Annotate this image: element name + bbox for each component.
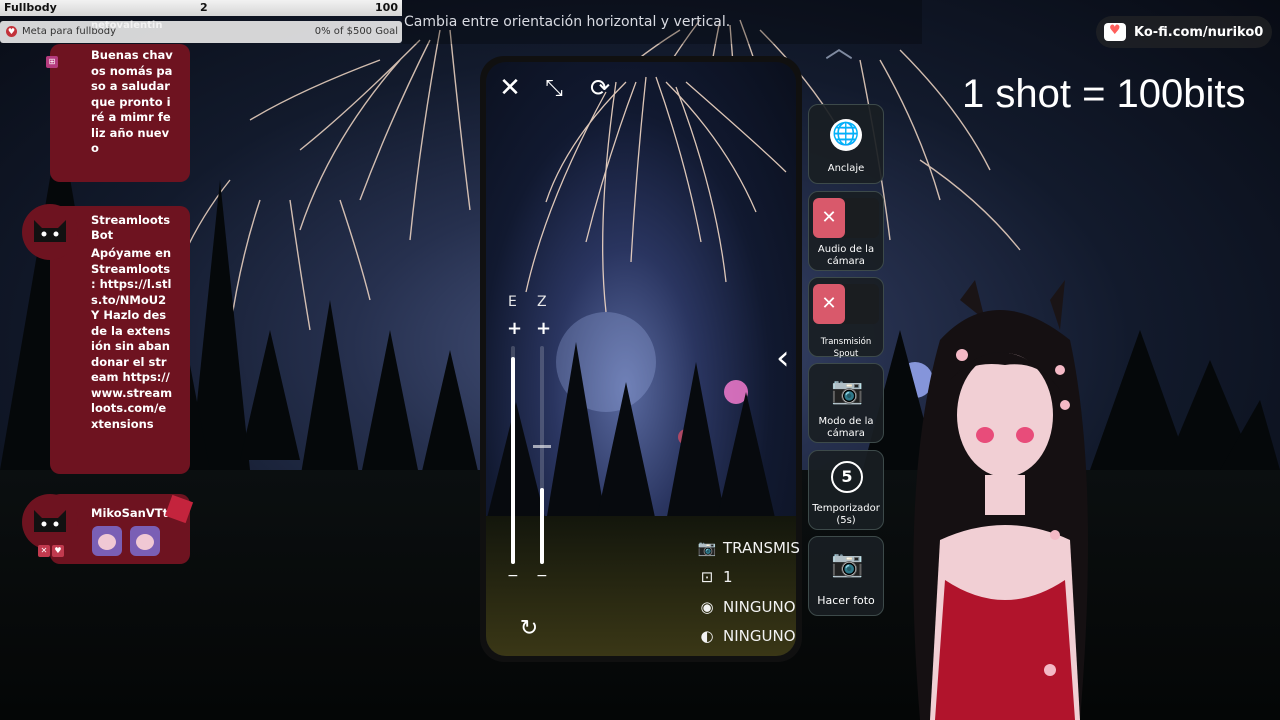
avatar xyxy=(22,494,78,550)
goal-meta-status: 0% of $500 Goal xyxy=(314,26,398,37)
close-icon[interactable]: ✕ xyxy=(494,72,526,104)
camera-mode-label: Modo de la cámara xyxy=(818,416,874,439)
info-filter-text: NINGUNO xyxy=(723,627,796,645)
close-icon: ✕ xyxy=(813,198,845,238)
chat-username: MikoSanVTt xyxy=(91,506,169,520)
goal-name: Fullbody xyxy=(4,1,57,14)
kofi-badge: Ko-fi.com/nuriko0 xyxy=(1096,16,1272,48)
chevron-left-icon[interactable]: ‹ xyxy=(776,338,790,378)
info-aperture: ◉ NINGUNO xyxy=(697,597,796,617)
heart-badge-icon: ♥ xyxy=(52,545,64,557)
goal-current: 2 xyxy=(200,1,208,14)
zoom-slider[interactable] xyxy=(533,346,551,564)
camera-audio-toggle[interactable]: ✕ Audio de la cámara xyxy=(808,191,884,271)
camera-audio-label: Audio de la cámara xyxy=(817,244,875,267)
spout-toggle[interactable]: ✕ Transmisión Spout xyxy=(808,277,884,359)
filter-icon: ◐ xyxy=(700,627,714,645)
switch-camera-icon[interactable]: ⟳ xyxy=(584,72,616,104)
exposure-label: E xyxy=(508,294,517,310)
avatar xyxy=(22,204,78,260)
info-filter: ◐ NINGUNO xyxy=(697,626,796,646)
fullbody-goal-bar: Fullbody 2 100 xyxy=(0,0,402,16)
camera-icon: 📷 xyxy=(831,376,864,406)
aperture-icon: ◉ xyxy=(700,598,714,616)
camera-mode-button[interactable]: 📷 Modo de la cámara xyxy=(808,363,884,443)
cat-avatar-icon xyxy=(34,510,66,532)
kofi-link-text: Ko-fi.com/nuriko0 xyxy=(1134,24,1264,40)
camera-icon: 📷 xyxy=(831,549,864,579)
zoom-minus-button[interactable]: − xyxy=(536,568,548,584)
rotate-orientation-icon[interactable]: ⤡ xyxy=(538,72,570,104)
chevron-up-icon[interactable]: ︿ xyxy=(825,26,853,66)
info-transmission: 📷 TRANSMIS xyxy=(697,538,800,558)
globe-icon: 🌐 xyxy=(830,119,862,151)
vtuber-avatar xyxy=(913,280,1088,720)
timer-label: Temporizador (5s) xyxy=(812,503,880,526)
take-photo-button[interactable]: 📷 Hacer foto xyxy=(808,536,884,616)
chat-partial-name: netovalentin xyxy=(91,20,163,30)
chat-username: StreamlootsBot xyxy=(91,213,171,242)
info-aperture-text: NINGUNO xyxy=(723,598,796,616)
exposure-slider-fill xyxy=(511,356,515,564)
zoom-plus-button[interactable]: + xyxy=(536,318,551,339)
close-icon: ✕ xyxy=(813,284,845,324)
chat-message-text: Buenas chavos nomás paso a saludar que p… xyxy=(91,48,173,155)
spout-label: Transmisión Spout xyxy=(820,337,872,359)
exposure-minus-button[interactable]: − xyxy=(507,568,519,584)
info-transmission-text: TRANSMIS xyxy=(723,539,800,557)
phone-camera: ✕ ⤡ ⟳ E Z + + − − ↻ 📷 TRANSMIS ⊡ 1 ◉ NIN… xyxy=(480,56,802,662)
anchor-button[interactable]: 🌐 Anclaje xyxy=(808,104,884,184)
zoom-slider-fill xyxy=(540,487,544,564)
count-icon: ⊡ xyxy=(700,568,714,586)
overlay-text: 1 shot = 100bits xyxy=(962,72,1246,116)
chat-message-text: Apóyame en Streamloots : https://l.stls.… xyxy=(91,246,173,431)
exposure-plus-button[interactable]: + xyxy=(507,318,522,339)
zoom-label: Z xyxy=(537,294,547,310)
camera-viewfinder xyxy=(486,62,796,656)
badge-icon: ✕ xyxy=(38,545,50,557)
exposure-slider[interactable] xyxy=(511,346,515,564)
orientation-notice: Cambia entre orientación horizontal y ve… xyxy=(404,14,731,30)
kofi-cup-icon xyxy=(1104,23,1126,41)
heart-icon: ♥ xyxy=(6,26,17,37)
subscriber-badge-icon: ⊞ xyxy=(46,56,58,68)
anchor-label: Anclaje xyxy=(827,163,865,174)
zoom-slider-handle[interactable] xyxy=(533,445,551,449)
cat-avatar-icon xyxy=(34,220,66,242)
info-count: ⊡ 1 xyxy=(697,567,733,587)
sleepy-emote-icon xyxy=(92,526,122,556)
timer-icon: 5 xyxy=(831,461,863,493)
goal-meta-bar: ♥ Meta para fullbody 0% of $500 Goal xyxy=(0,21,402,43)
sleepy-emote-icon xyxy=(130,526,160,556)
timer-button[interactable]: 5 Temporizador (5s) xyxy=(808,450,884,530)
reset-icon[interactable]: ↻ xyxy=(513,612,545,644)
take-photo-label: Hacer foto xyxy=(817,594,875,607)
camera-icon: 📷 xyxy=(697,539,717,557)
info-count-text: 1 xyxy=(723,568,733,586)
goal-target: 100 xyxy=(375,1,398,14)
